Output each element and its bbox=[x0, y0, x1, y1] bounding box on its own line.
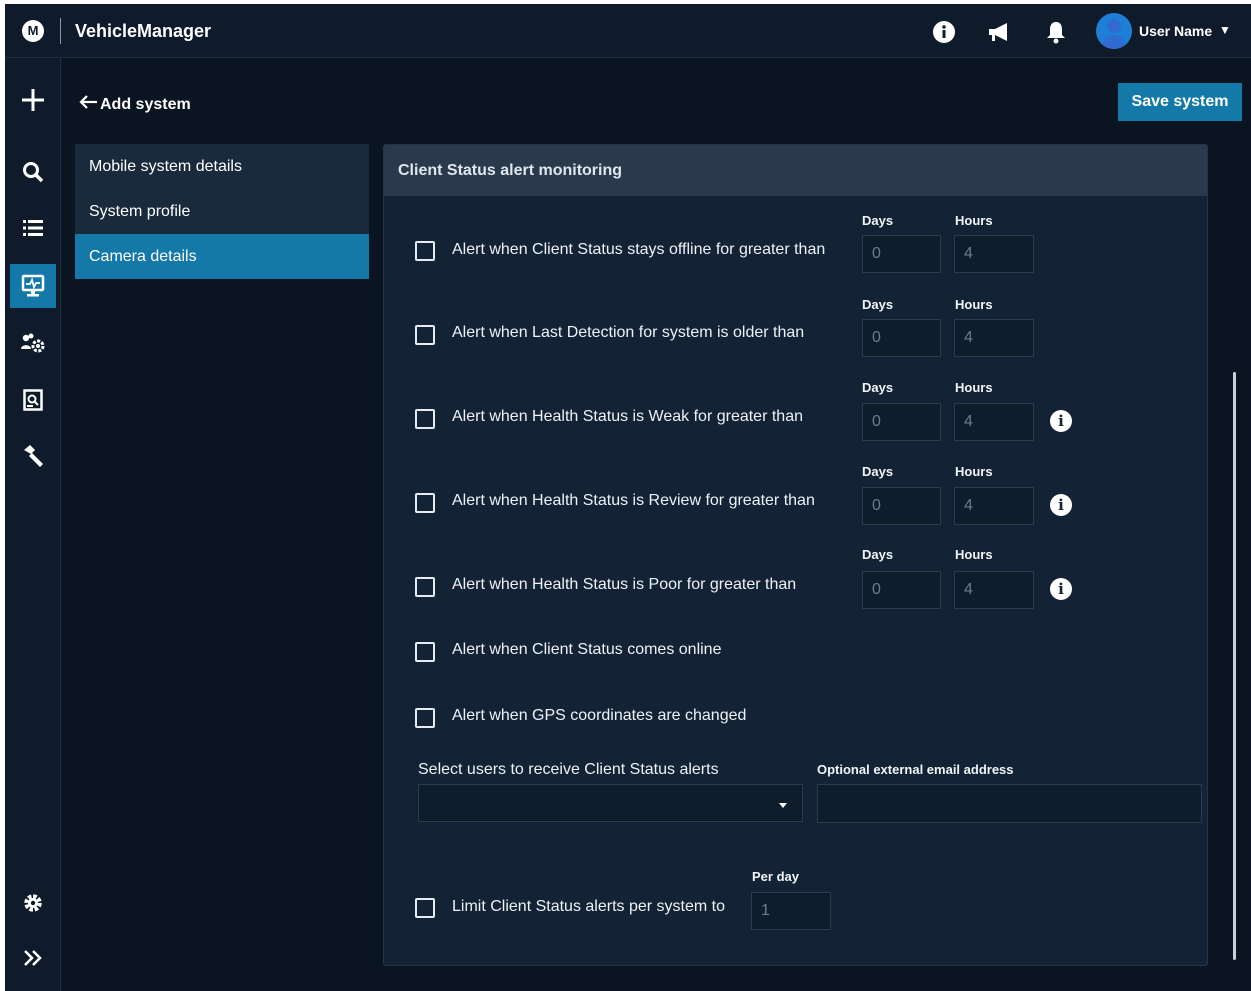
hours-input[interactable]: 4 bbox=[954, 319, 1034, 357]
bell-icon[interactable] bbox=[1043, 19, 1069, 45]
arrow-left-icon bbox=[78, 94, 98, 115]
hours-input[interactable]: 4 bbox=[954, 487, 1034, 525]
expand-icon[interactable] bbox=[10, 936, 56, 980]
hours-input[interactable]: 4 bbox=[954, 403, 1034, 441]
hours-label: Hours bbox=[955, 213, 993, 228]
days-label: Days bbox=[862, 547, 894, 562]
row-label: Alert when Health Status is Weak for gre… bbox=[452, 408, 803, 425]
subnav-item-mobile-system-details[interactable]: Mobile system details bbox=[75, 144, 369, 189]
app-title: VehicleManager bbox=[75, 21, 212, 41]
days-input[interactable]: 0 bbox=[862, 403, 941, 441]
info-icon[interactable]: i bbox=[1050, 410, 1072, 432]
users-gear-icon[interactable] bbox=[10, 322, 56, 366]
info-icon[interactable] bbox=[931, 19, 957, 45]
hours-input[interactable]: 4 bbox=[954, 235, 1034, 273]
top-bar: M VehicleManager User Name ▼ bbox=[5, 4, 1251, 58]
last-detection-checkbox[interactable] bbox=[415, 325, 435, 345]
user-name[interactable]: User Name bbox=[1139, 23, 1212, 39]
hours-input[interactable]: 4 bbox=[954, 571, 1034, 609]
hours-label: Hours bbox=[955, 464, 993, 479]
app-window: M VehicleManager User Name ▼ Add system … bbox=[5, 4, 1251, 991]
back-link[interactable]: Add system bbox=[78, 94, 191, 115]
search-icon[interactable] bbox=[10, 150, 56, 194]
chevron-down-icon[interactable]: ▼ bbox=[1219, 23, 1231, 37]
hours-label: Hours bbox=[955, 297, 993, 312]
days-label: Days bbox=[862, 380, 894, 395]
hours-label: Hours bbox=[955, 547, 993, 562]
days-input[interactable]: 0 bbox=[862, 235, 941, 273]
row-label: Alert when GPS coordinates are changed bbox=[452, 707, 747, 724]
scrollbar[interactable] bbox=[1233, 372, 1236, 960]
limit-label: Limit Client Status alerts per system to bbox=[452, 898, 725, 915]
subnav: Mobile system details System profile Cam… bbox=[75, 144, 369, 279]
hours-label: Hours bbox=[955, 380, 993, 395]
per-day-input[interactable]: 1 bbox=[751, 892, 831, 930]
days-input[interactable]: 0 bbox=[862, 487, 941, 525]
caret-down-icon bbox=[778, 796, 788, 814]
users-select[interactable] bbox=[418, 784, 803, 822]
comes-online-checkbox[interactable] bbox=[415, 642, 435, 662]
email-label: Optional external email address bbox=[817, 762, 1014, 777]
save-system-button[interactable]: Save system bbox=[1118, 83, 1242, 121]
row-label: Alert when Client Status comes online bbox=[452, 641, 722, 658]
email-input[interactable] bbox=[817, 784, 1202, 823]
days-label: Days bbox=[862, 464, 894, 479]
plus-icon[interactable] bbox=[10, 78, 56, 122]
days-label: Days bbox=[862, 297, 894, 312]
subnav-item-system-profile[interactable]: System profile bbox=[75, 189, 369, 234]
gear-icon[interactable] bbox=[10, 881, 56, 925]
back-link-label: Add system bbox=[100, 95, 191, 113]
health-weak-checkbox[interactable] bbox=[415, 409, 435, 429]
health-review-checkbox[interactable] bbox=[415, 493, 435, 513]
row-label: Alert when Health Status is Poor for gre… bbox=[452, 576, 797, 593]
days-input[interactable]: 0 bbox=[862, 319, 941, 357]
avatar[interactable] bbox=[1096, 13, 1132, 49]
motorola-logo: M bbox=[22, 20, 44, 42]
health-poor-checkbox[interactable] bbox=[415, 577, 435, 597]
panel-title: Client Status alert monitoring bbox=[384, 145, 1207, 196]
row-label: Alert when Health Status is Review for g… bbox=[452, 492, 815, 509]
days-input[interactable]: 0 bbox=[862, 571, 941, 609]
megaphone-icon[interactable] bbox=[986, 19, 1012, 45]
monitor-icon[interactable] bbox=[10, 264, 56, 308]
row-label: Alert when Client Status stays offline f… bbox=[452, 241, 826, 258]
hammer-icon[interactable] bbox=[10, 434, 56, 478]
days-label: Days bbox=[862, 213, 894, 228]
client-status-panel: Client Status alert monitoring Days Hour… bbox=[383, 144, 1208, 966]
report-icon[interactable] bbox=[10, 378, 56, 422]
list-icon[interactable] bbox=[10, 206, 56, 250]
info-icon[interactable]: i bbox=[1050, 578, 1072, 600]
offline-checkbox[interactable] bbox=[415, 241, 435, 261]
logo-divider bbox=[60, 18, 61, 44]
side-nav bbox=[5, 58, 61, 991]
gps-changed-checkbox[interactable] bbox=[415, 708, 435, 728]
users-select-label: Select users to receive Client Status al… bbox=[418, 761, 719, 778]
per-day-label: Per day bbox=[752, 869, 799, 884]
row-label: Alert when Last Detection for system is … bbox=[452, 324, 805, 341]
limit-alerts-checkbox[interactable] bbox=[415, 898, 435, 918]
subnav-item-camera-details[interactable]: Camera details bbox=[75, 234, 369, 279]
info-icon[interactable]: i bbox=[1050, 494, 1072, 516]
